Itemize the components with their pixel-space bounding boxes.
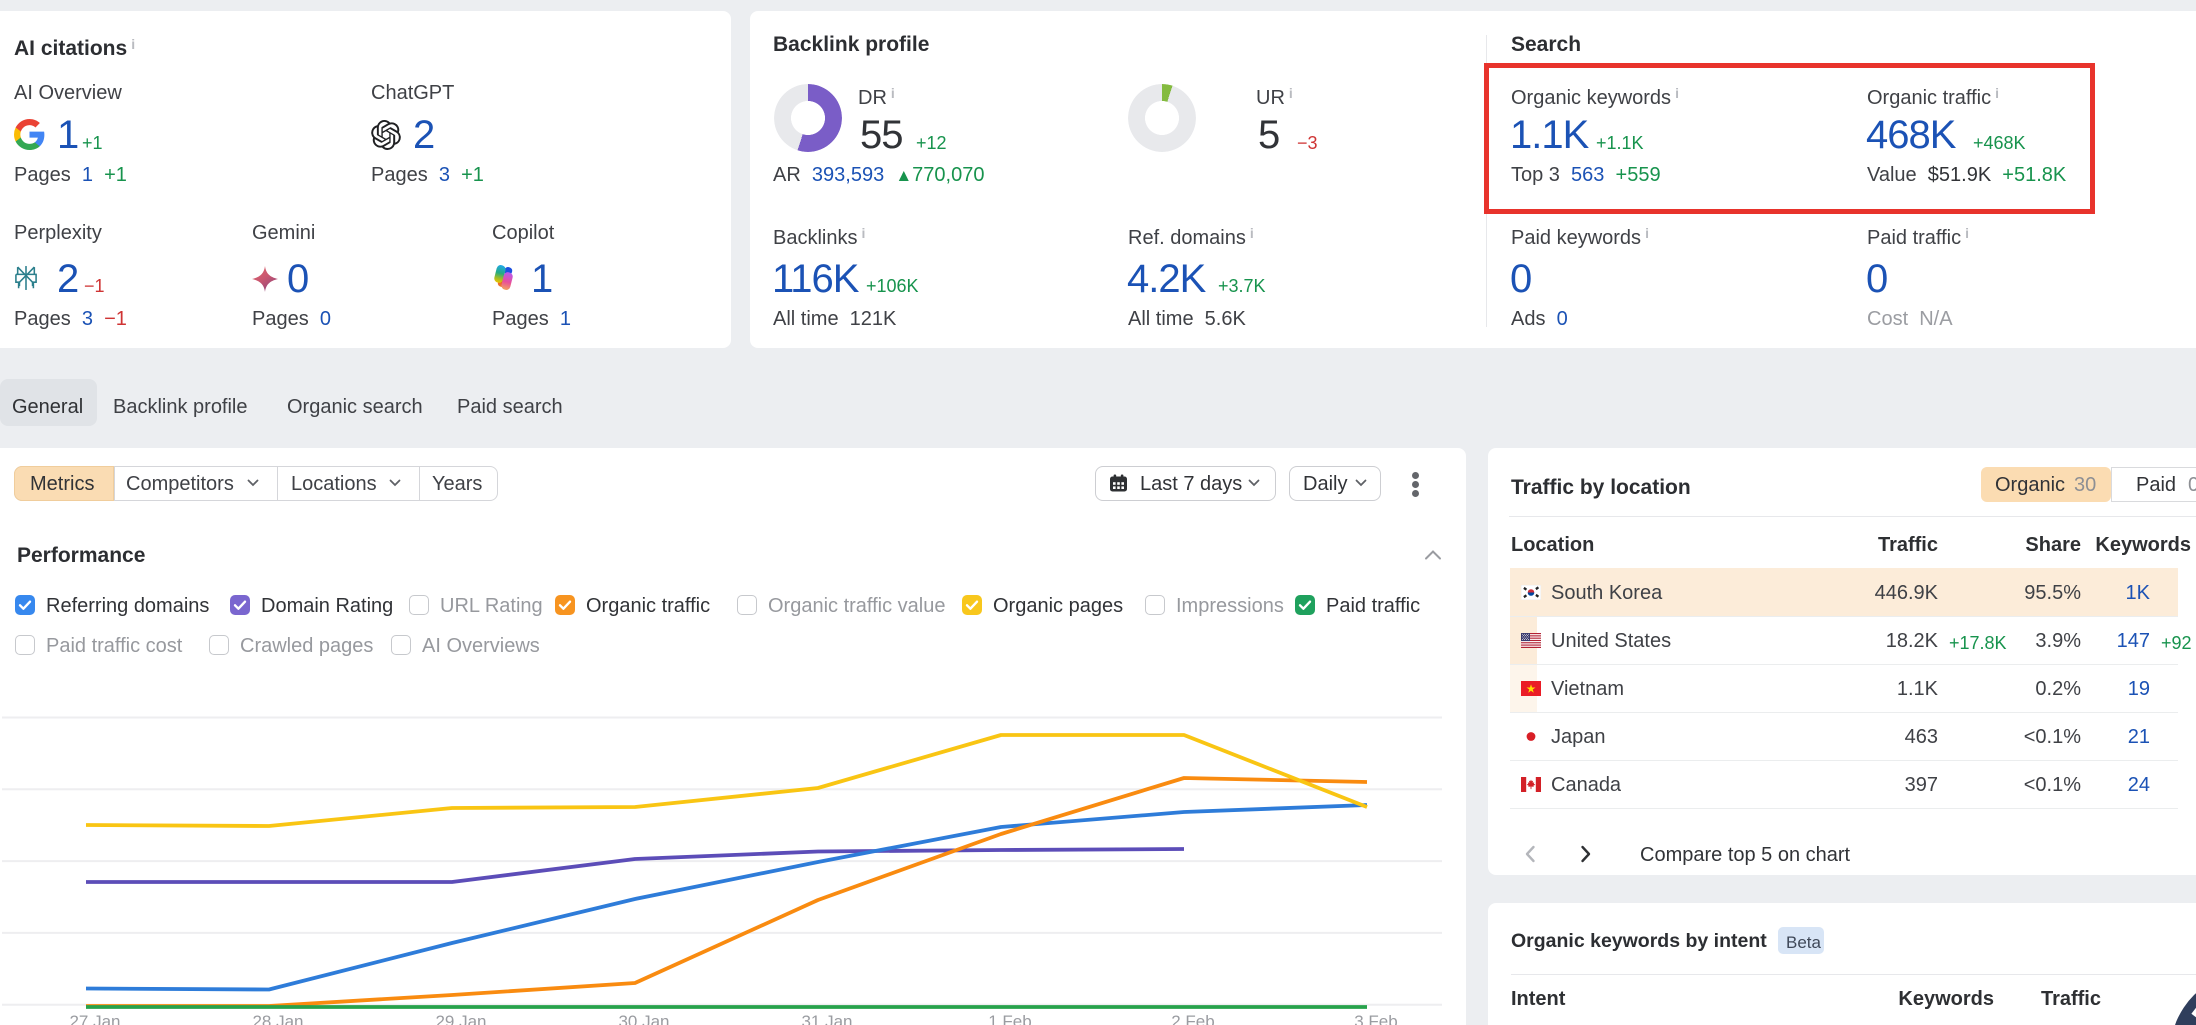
svg-text:27 Jan: 27 Jan [69,1012,120,1025]
svg-text:29 Jan: 29 Jan [435,1012,486,1025]
svg-text:3 Feb: 3 Feb [1354,1012,1397,1025]
svg-text:31 Jan: 31 Jan [801,1012,852,1025]
svg-text:1 Feb: 1 Feb [988,1012,1031,1025]
svg-text:28 Jan: 28 Jan [252,1012,303,1025]
svg-text:2 Feb: 2 Feb [1171,1012,1214,1025]
svg-text:30 Jan: 30 Jan [618,1012,669,1025]
